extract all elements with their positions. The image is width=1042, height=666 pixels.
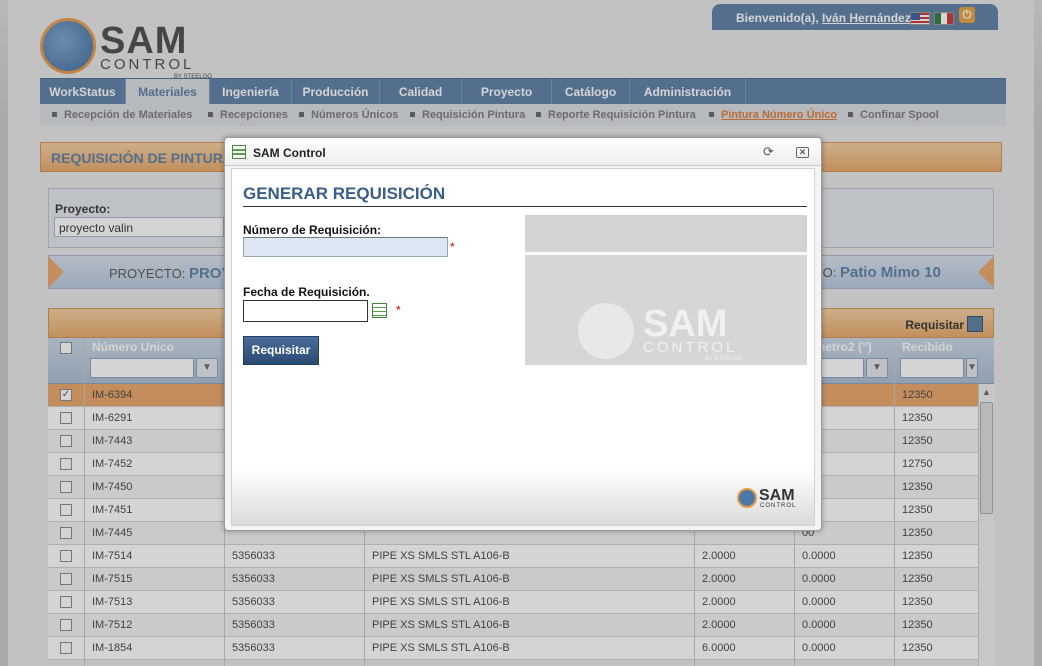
form-icon bbox=[232, 145, 246, 159]
requisition-dialog: SAM Control ⟳ ✕ GENERAR REQUISICIÓN Núme… bbox=[224, 137, 822, 531]
watermark-logo-subtext: CONTROL bbox=[643, 339, 738, 356]
reload-icon[interactable]: ⟳ bbox=[763, 144, 774, 160]
numero-requisicion-label: Número de Requisición: bbox=[243, 223, 382, 237]
watermark-logo-by: BY STEELGO bbox=[705, 356, 743, 362]
small-logo-icon bbox=[737, 488, 757, 508]
watermark-logo-icon bbox=[578, 303, 634, 359]
numero-requisicion-input[interactable] bbox=[243, 237, 448, 257]
requisitar-button[interactable]: Requisitar bbox=[243, 336, 319, 365]
required-mark: * bbox=[450, 240, 455, 254]
preview-banner bbox=[525, 215, 807, 252]
preview-logo-panel: SAM CONTROL BY STEELGO bbox=[525, 255, 807, 365]
close-icon[interactable]: ✕ bbox=[796, 147, 809, 158]
fecha-requisicion-label: Fecha de Requisición. bbox=[243, 285, 370, 299]
fecha-requisicion-input[interactable] bbox=[243, 300, 368, 322]
dialog-title: SAM Control bbox=[253, 146, 326, 160]
small-logo-subtext: CONTROL bbox=[760, 503, 797, 509]
dialog-footer-logo: SAM CONTROL bbox=[737, 487, 809, 511]
dialog-heading: GENERAR REQUISICIÓN bbox=[243, 184, 807, 207]
calendar-icon[interactable] bbox=[372, 303, 387, 318]
required-mark: * bbox=[396, 303, 401, 317]
dialog-body: GENERAR REQUISICIÓN Número de Requisició… bbox=[231, 168, 815, 526]
dialog-titlebar: SAM Control ⟳ ✕ bbox=[225, 138, 821, 166]
